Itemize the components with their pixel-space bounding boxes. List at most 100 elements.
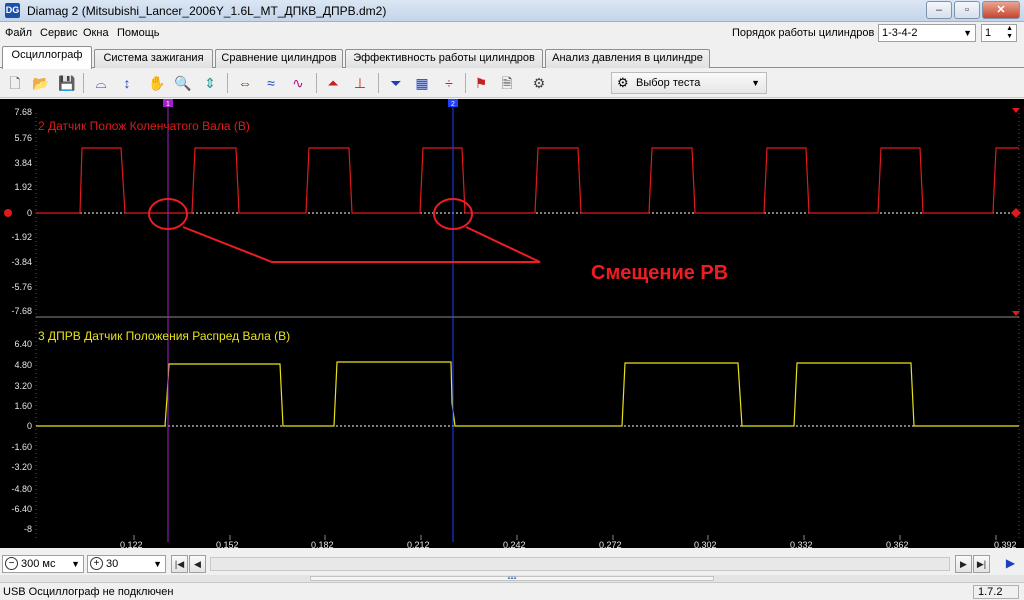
- y-tick-label: -1.60: [11, 442, 32, 452]
- test-select-button[interactable]: ⚙ Выбор теста ▼: [611, 72, 767, 94]
- scroll-up-icon[interactable]: [1012, 108, 1020, 113]
- toolbar-separator: [83, 73, 84, 93]
- bottom-control-bar: − 300 мс ▼ + 30 ▼ |◀ ◀ ▶ ▶| ▶: [0, 554, 1024, 574]
- zero-level-icon[interactable]: ⊥: [349, 72, 371, 94]
- y-tick-label: 1.92: [14, 182, 32, 192]
- plus-circle-icon[interactable]: +: [90, 557, 103, 570]
- volts-select[interactable]: + 30 ▼: [87, 555, 166, 573]
- y-tick-label: 0: [26, 208, 32, 218]
- menu-service[interactable]: Сервис: [40, 27, 78, 39]
- splitter-grip[interactable]: ▴▴▴: [310, 575, 714, 581]
- test-select-label: Выбор теста: [636, 77, 701, 89]
- minimize-button[interactable]: ‒: [926, 1, 952, 19]
- crankshaft-waveform: [36, 147, 1019, 214]
- overlay-waves-icon[interactable]: ∿: [287, 72, 309, 94]
- toolbar-separator: [316, 73, 317, 93]
- prev-page-button[interactable]: ◀: [189, 555, 206, 573]
- y-tick-label: 3.20: [14, 381, 32, 391]
- trigger-icon[interactable]: ⌓: [90, 72, 112, 94]
- firing-order-select[interactable]: 1-3-4-2 ▼: [878, 24, 976, 42]
- split-channels-icon[interactable]: ÷: [438, 72, 460, 94]
- tab-cylinder-pressure[interactable]: Анализ давления в цилиндре: [545, 49, 710, 68]
- minus-circle-icon[interactable]: −: [5, 557, 18, 570]
- play-icon[interactable]: ▶: [1002, 555, 1019, 573]
- oscilloscope-view[interactable]: 1 2: [0, 99, 1024, 548]
- tab-oscilloscope[interactable]: Осциллограф: [2, 46, 92, 69]
- menu-windows[interactable]: Окна: [83, 27, 109, 39]
- save-icon[interactable]: 💾: [56, 72, 78, 94]
- chevron-down-icon: ▼: [71, 559, 80, 569]
- x-tick-label: 0.332: [790, 540, 813, 550]
- auto-setup-icon[interactable]: ⚙: [528, 72, 550, 94]
- waves-icon[interactable]: ≈: [260, 72, 282, 94]
- x-tick-label: 0.362: [886, 540, 909, 550]
- y-tick-label: -8: [23, 524, 32, 534]
- x-tick-label: 0.152: [216, 540, 239, 550]
- maximize-button[interactable]: ▫: [954, 1, 980, 19]
- zoom-icon[interactable]: 🔍: [172, 72, 194, 94]
- x-tick-label: 0.272: [599, 540, 622, 550]
- firing-order-value: 1-3-4-2: [882, 27, 918, 39]
- y-tick-label: 0: [26, 421, 32, 431]
- toolbar: 🗋 📂 💾 ⌓ ↕ ✋ 🔍 ⇕ ⇔ ≈ ∿ ⏶ ⊥ ⏷ ▦ ÷ ⚑ 🗎 ⚙: [0, 68, 1024, 98]
- close-button[interactable]: ✕: [982, 1, 1020, 19]
- y-tick-label: -6.40: [11, 504, 32, 514]
- grid-icon[interactable]: ▦: [411, 72, 433, 94]
- cylinder-spinner[interactable]: 1 ▲ ▼: [981, 24, 1017, 42]
- x-tick-label: 0.122: [120, 540, 143, 550]
- y-tick-label: -1.92: [11, 232, 32, 242]
- oscilloscope-canvas[interactable]: 1 2: [0, 99, 1024, 548]
- chevron-down-icon: ▼: [963, 28, 972, 38]
- chevron-down-icon: ▼: [751, 78, 760, 88]
- scale-fit-icon[interactable]: ⇕: [199, 72, 221, 94]
- firing-order-label: Порядок работы цилиндров: [732, 27, 875, 39]
- camshaft-waveform: [36, 361, 1019, 427]
- horizontal-scrollbar[interactable]: [210, 557, 950, 571]
- menu-help[interactable]: Помощь: [117, 27, 160, 39]
- auto-trigger-icon[interactable]: ⏶: [322, 72, 344, 94]
- hand-pan-icon[interactable]: ✋: [146, 72, 168, 94]
- grid: [35, 113, 1020, 539]
- y-tick-label: 3.84: [14, 158, 32, 168]
- x-tick-label: 0.302: [694, 540, 717, 550]
- filter-icon[interactable]: ⏷: [385, 72, 407, 94]
- tab-bar: Осциллограф Система зажигания Сравнение …: [0, 46, 1024, 69]
- y-tick-label: 1.60: [14, 401, 32, 411]
- y-tick-label: -5.76: [11, 282, 32, 292]
- first-page-button[interactable]: |◀: [171, 555, 188, 573]
- open-folder-icon[interactable]: 📂: [30, 72, 52, 94]
- add-marker-icon[interactable]: ⚑: [470, 72, 492, 94]
- x-tick-label: 0.392: [994, 540, 1017, 550]
- gear-icon: ⚙: [617, 75, 629, 90]
- title-bar: DG Diamag 2 (Mitsubishi_Lancer_2006Y_1.6…: [0, 0, 1024, 22]
- x-tick-label: 0.182: [311, 540, 334, 550]
- compress-icon[interactable]: ⇔: [234, 72, 256, 94]
- last-page-button[interactable]: ▶|: [973, 555, 990, 573]
- timebase-select[interactable]: − 300 мс ▼: [2, 555, 84, 573]
- y-tick-label: -3.84: [11, 257, 32, 267]
- menu-file[interactable]: Файл: [5, 27, 32, 39]
- tab-ignition[interactable]: Система зажигания: [94, 49, 213, 68]
- annotation-label: Смещение РВ: [591, 262, 729, 284]
- report-icon[interactable]: 🗎: [496, 72, 518, 94]
- menu-bar: Файл Сервис Окна Помощь Порядок работы ц…: [0, 22, 1024, 44]
- status-bar: USB Осциллограф не подключен 1.7.2: [0, 582, 1024, 600]
- next-page-button[interactable]: ▶: [955, 555, 972, 573]
- y-tick-label: 5.76: [14, 133, 32, 143]
- panel-splitter[interactable]: ▴▴▴: [0, 575, 1024, 582]
- tab-cylinder-compare[interactable]: Сравнение цилиндров: [215, 49, 343, 68]
- tab-cylinder-efficiency[interactable]: Эффективность работы цилиндров: [345, 49, 543, 68]
- y-tick-label: 6.40: [14, 339, 32, 349]
- x-tick-label: 0.242: [503, 540, 526, 550]
- toolbar-separator: [227, 73, 228, 93]
- channel-bottom-title: 3 ДПРВ Датчик Положения Распред Вала (В): [38, 329, 291, 343]
- connection-status: USB Осциллограф не подключен: [3, 586, 174, 598]
- cursor-measure-icon[interactable]: ↕: [116, 72, 138, 94]
- new-file-icon[interactable]: 🗋: [4, 72, 26, 94]
- x-tick-label: 0.212: [407, 540, 430, 550]
- chevron-down-icon: ▼: [153, 559, 162, 569]
- y-tick-label: -7.68: [11, 306, 32, 316]
- y-tick-label: -3.20: [11, 462, 32, 472]
- cursor-2-label: 2: [451, 101, 455, 108]
- version-label: 1.7.2: [973, 585, 1019, 599]
